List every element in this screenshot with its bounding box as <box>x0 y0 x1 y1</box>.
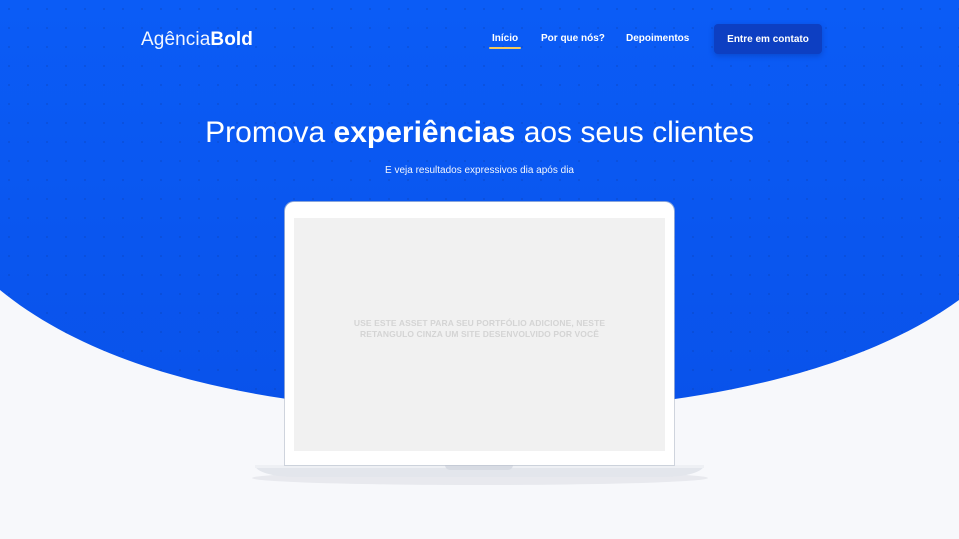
hero-headline: Promova experiências aos seus clientes <box>0 116 959 150</box>
nav-link-depoimentos[interactable]: Depoimentos <box>626 33 689 44</box>
hero-subtitle: E veja resultados expressivos dia após d… <box>385 165 574 176</box>
headline-emphasis: experiências <box>333 116 516 149</box>
nav-link-inicio[interactable]: Início <box>488 33 522 49</box>
laptop-notch <box>445 465 513 470</box>
screen-text-line-1: USE ESTE ASSET PARA SEU PORTFÓLIO ADICIO… <box>353 318 606 328</box>
headline-part-2: aos seus clientes <box>523 116 754 149</box>
contact-button[interactable]: Entre em contato <box>714 24 822 54</box>
nav-link-por-que-nos[interactable]: Por que nós? <box>541 33 605 44</box>
screen-text-line-2: RETANGULO CINZA UM SITE DESENVOLVIDO POR… <box>359 329 600 339</box>
headline-part-1: Promova <box>205 116 326 149</box>
landing-page: AgênciaBold Início Por que nós? Depoimen… <box>0 0 959 539</box>
screen-placeholder-text: USE ESTE ASSET PARA SEU PORTFÓLIO ADICIO… <box>294 318 665 340</box>
